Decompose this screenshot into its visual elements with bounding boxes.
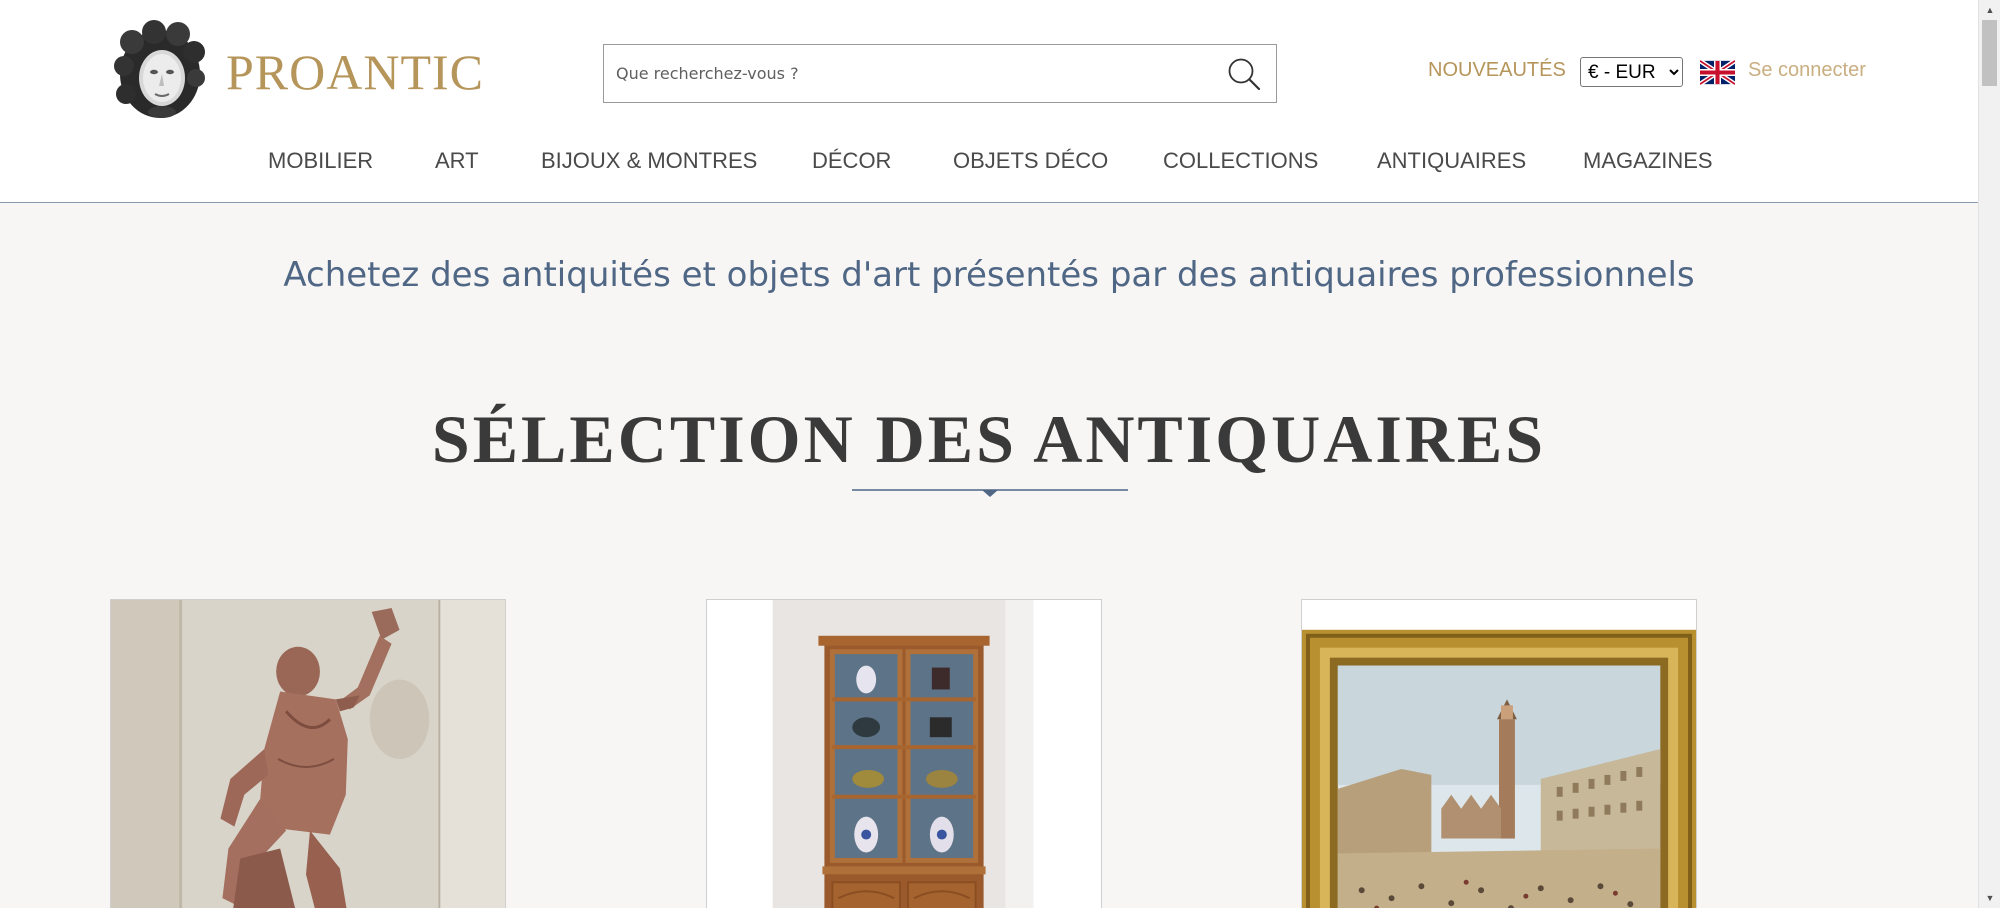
venice-painting-image xyxy=(1302,600,1696,908)
page: PROANTIC NOUVEAUTÉS € - EUR xyxy=(0,0,2000,908)
login-link[interactable]: Se connecter xyxy=(1748,59,1866,82)
nav-item-objets-deco[interactable]: OBJETS DÉCO xyxy=(953,148,1108,174)
terracotta-statue-image xyxy=(111,600,505,908)
nav-item-mobilier[interactable]: MOBILIER xyxy=(268,148,373,174)
search-button[interactable] xyxy=(1226,56,1262,92)
search-input[interactable] xyxy=(604,45,1204,102)
scrollbar-thumb[interactable] xyxy=(1982,20,1997,86)
nav-item-collections[interactable]: COLLECTIONS xyxy=(1163,148,1318,174)
title-divider xyxy=(852,488,1128,500)
search-bar xyxy=(603,44,1277,103)
product-card[interactable] xyxy=(110,599,506,908)
product-card[interactable] xyxy=(1301,599,1697,908)
site-header: PROANTIC NOUVEAUTÉS € - EUR xyxy=(0,0,1978,203)
nav-item-bijoux-montres[interactable]: BIJOUX & MONTRES xyxy=(541,148,757,174)
nav-item-magazines[interactable]: MAGAZINES xyxy=(1583,148,1713,174)
logo-text: PROANTIC xyxy=(226,44,485,100)
section-title: SÉLECTION DES ANTIQUAIRES xyxy=(431,401,1547,477)
new-arrivals-link[interactable]: NOUVEAUTÉS xyxy=(1428,59,1566,82)
currency-select[interactable]: € - EUR xyxy=(1580,57,1683,87)
scroll-down-arrow-icon[interactable]: ▼ xyxy=(1979,888,2000,908)
nav-item-decor[interactable]: DÉCOR xyxy=(812,148,891,174)
search-icon xyxy=(1228,58,1261,91)
uk-flag-icon xyxy=(1700,59,1735,86)
language-switch[interactable] xyxy=(1700,59,1735,86)
nav-item-antiquaires[interactable]: ANTIQUAIRES xyxy=(1377,148,1526,174)
bookcase-cabinet-image xyxy=(707,600,1101,908)
nav-item-art[interactable]: ART xyxy=(435,148,479,174)
scroll-up-arrow-icon[interactable]: ▲ xyxy=(1979,0,2000,20)
logo-link[interactable]: PROANTIC xyxy=(110,20,484,124)
medusa-head-logo-icon xyxy=(114,20,205,118)
tagline: Achetez des antiquités et objets d'art p… xyxy=(283,255,1695,295)
product-card[interactable] xyxy=(706,599,1102,908)
main-nav: MOBILIER ART BIJOUX & MONTRES DÉCOR OBJE… xyxy=(0,148,1978,178)
page-scrollbar[interactable]: ▲ ▼ xyxy=(1978,0,2000,908)
